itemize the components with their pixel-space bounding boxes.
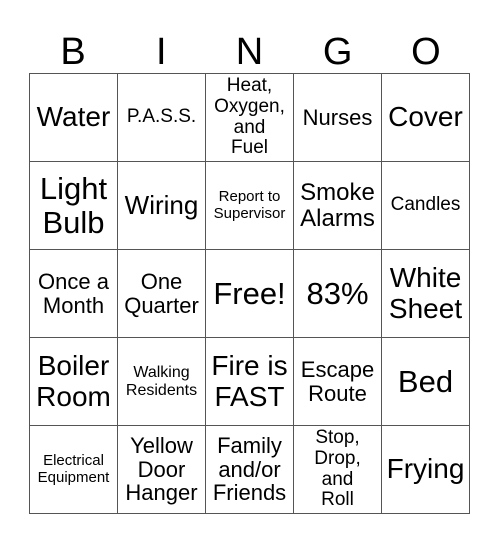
header-letter-n: N <box>235 31 264 73</box>
cell-text: P.A.S.S. <box>126 106 197 128</box>
bingo-cell[interactable]: Heat, Oxygen, and Fuel <box>206 74 294 162</box>
cell-text: Heat, Oxygen, and Fuel <box>214 75 285 159</box>
bingo-cell[interactable]: Cover <box>382 74 470 162</box>
cell-text: Frying <box>386 453 465 485</box>
bingo-cell[interactable]: Smoke Alarms <box>294 162 382 250</box>
bingo-header: B I N G O <box>29 30 470 74</box>
cell-text: Nurses <box>302 104 373 130</box>
cell-text: Water <box>36 101 111 133</box>
bingo-cell[interactable]: Walking Residents <box>118 338 206 426</box>
cell-text: Candles <box>390 194 461 216</box>
bingo-cell[interactable]: Light Bulb <box>30 162 118 250</box>
cell-text: Family and/or Friends <box>212 432 287 506</box>
free-space[interactable]: Free! <box>206 250 294 338</box>
header-letter-b: B <box>60 31 86 73</box>
cell-text: Escape Route <box>300 356 375 406</box>
bingo-cell[interactable]: Stop, Drop, and Roll <box>294 426 382 514</box>
cell-text: Electrical Equipment <box>37 452 110 486</box>
bingo-cell[interactable]: Escape Route <box>294 338 382 426</box>
bingo-cell[interactable]: Once a Month <box>30 250 118 338</box>
bingo-cell[interactable]: Family and/or Friends <box>206 426 294 514</box>
header-letter-g: G <box>322 31 353 73</box>
bingo-cell[interactable]: Candles <box>382 162 470 250</box>
bingo-cell[interactable]: Electrical Equipment <box>30 426 118 514</box>
cell-text: Report to Supervisor <box>213 188 286 222</box>
bingo-cell[interactable]: Boiler Room <box>30 338 118 426</box>
bingo-cell[interactable]: Wiring <box>118 162 206 250</box>
cell-text: Yellow Door Hanger <box>125 432 198 506</box>
bingo-cell[interactable]: Report to Supervisor <box>206 162 294 250</box>
cell-text: Walking Residents <box>125 364 198 399</box>
cell-text: Boiler Room <box>36 350 111 412</box>
bingo-cell[interactable]: Yellow Door Hanger <box>118 426 206 514</box>
bingo-grid: Water P.A.S.S. Heat, Oxygen, and Fuel Nu… <box>29 73 470 514</box>
cell-text: Light Bulb <box>39 171 108 240</box>
bingo-cell[interactable]: Water <box>30 74 118 162</box>
header-letter-i: I <box>156 31 167 73</box>
bingo-cell[interactable]: Frying <box>382 426 470 514</box>
bingo-cell[interactable]: White Sheet <box>382 250 470 338</box>
cell-text: White Sheet <box>388 262 463 324</box>
bingo-cell[interactable]: P.A.S.S. <box>118 74 206 162</box>
cell-text: Cover <box>388 101 463 133</box>
cell-text: Stop, Drop, and Roll <box>314 427 361 511</box>
cell-text: 83% <box>306 275 369 311</box>
bingo-cell[interactable]: Nurses <box>294 74 382 162</box>
cell-text: One Quarter <box>124 268 199 318</box>
bingo-cell[interactable]: Fire is FAST <box>206 338 294 426</box>
cell-text: Wiring <box>124 190 199 221</box>
cell-text: Bed <box>397 363 454 399</box>
cell-text: Once a Month <box>38 268 109 318</box>
cell-text: Smoke Alarms <box>300 178 375 232</box>
header-letter-o: O <box>411 31 441 73</box>
bingo-cell[interactable]: Bed <box>382 338 470 426</box>
bingo-cell[interactable]: 83% <box>294 250 382 338</box>
cell-text: Fire is FAST <box>211 350 288 412</box>
bingo-cell[interactable]: One Quarter <box>118 250 206 338</box>
cell-text: Free! <box>213 275 286 311</box>
